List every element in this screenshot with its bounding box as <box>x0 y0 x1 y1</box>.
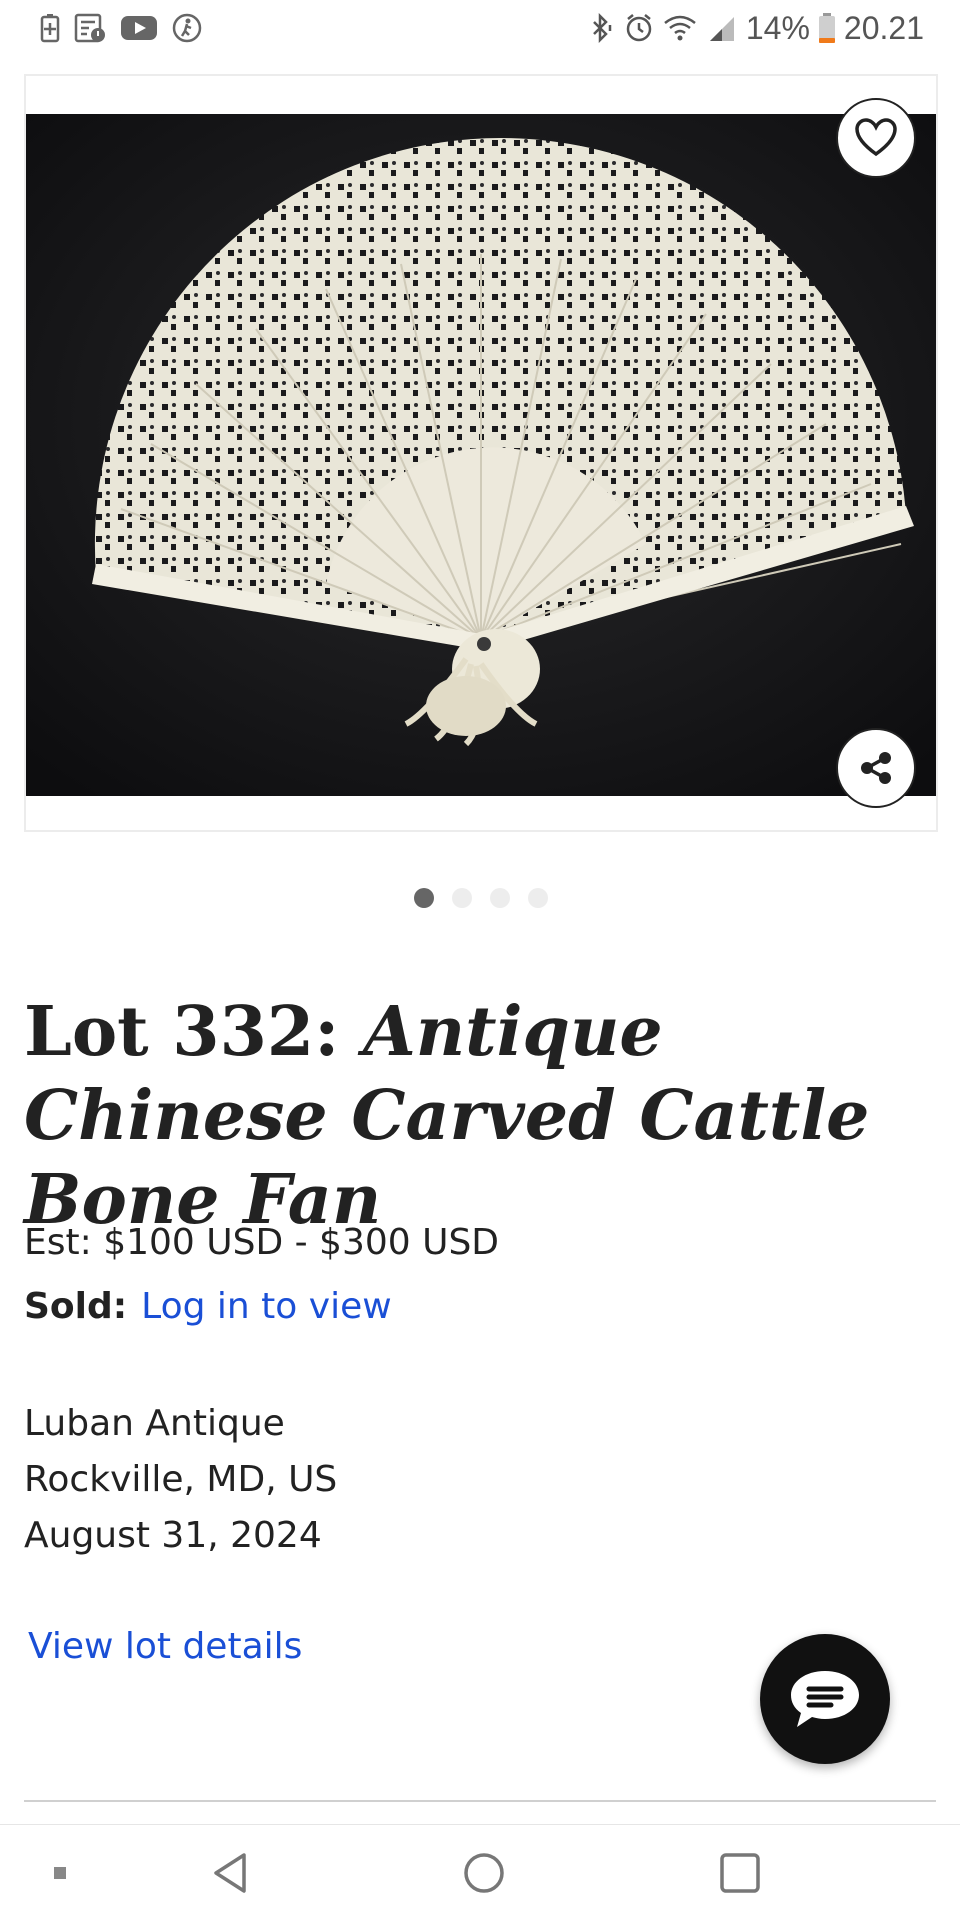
news-alert-icon <box>74 13 105 43</box>
chat-icon <box>791 1671 859 1727</box>
navigation-bar <box>0 1824 960 1920</box>
lot-title: Lot 332: Antique Chinese Carved Cattle B… <box>24 990 914 1242</box>
home-icon <box>464 1853 504 1893</box>
square-dot-icon <box>54 1867 66 1879</box>
signal-icon <box>709 17 734 41</box>
auction-info: Luban Antique Rockville, MD, US August 3… <box>24 1396 337 1564</box>
sold-label: Sold: <box>24 1286 128 1327</box>
home-button[interactable] <box>444 1825 524 1920</box>
login-to-view-link[interactable]: Log in to view <box>141 1286 392 1327</box>
chat-button[interactable] <box>760 1634 890 1764</box>
battery-icon <box>818 13 835 43</box>
estimate: Est: $100 USD - $300 USD <box>24 1222 500 1263</box>
carousel-dot[interactable] <box>414 888 434 908</box>
wifi-icon <box>664 15 696 41</box>
share-icon <box>861 752 891 784</box>
recents-button[interactable] <box>700 1825 780 1920</box>
back-button[interactable] <box>190 1825 270 1920</box>
carousel-dot[interactable] <box>452 888 472 908</box>
auction-date: August 31, 2024 <box>24 1515 322 1556</box>
carousel-indicator <box>414 888 548 908</box>
alarm-icon <box>626 14 652 42</box>
auction-house-name[interactable]: Luban Antique <box>24 1396 337 1452</box>
lot-number: Lot 332: <box>24 992 340 1072</box>
favorite-button[interactable] <box>836 98 916 178</box>
clock: 20.21 <box>843 9 924 46</box>
back-icon <box>214 1853 246 1893</box>
fitness-icon <box>172 13 202 43</box>
notification-icons <box>40 10 202 46</box>
bluetooth-icon <box>592 13 612 43</box>
youtube-icon <box>121 16 157 40</box>
battery-percent: 14% <box>745 9 810 46</box>
system-status: 14% 20.21 <box>586 8 924 48</box>
heart-icon <box>855 118 897 157</box>
carousel-dot[interactable] <box>490 888 510 908</box>
image-carousel[interactable] <box>24 74 938 832</box>
battery-saver-icon <box>40 14 60 43</box>
nav-indicator <box>40 1825 80 1920</box>
recents-icon <box>720 1853 760 1893</box>
share-button[interactable] <box>836 728 916 808</box>
sold-row: Sold: Log in to view <box>24 1286 392 1327</box>
status-bar: 14% 20.21 <box>0 0 960 56</box>
view-lot-details-link[interactable]: View lot details <box>28 1626 302 1667</box>
carousel-dot[interactable] <box>528 888 548 908</box>
auction-location: Rockville, MD, US <box>24 1459 338 1500</box>
divider <box>24 1800 936 1802</box>
lot-photo[interactable] <box>26 114 936 796</box>
